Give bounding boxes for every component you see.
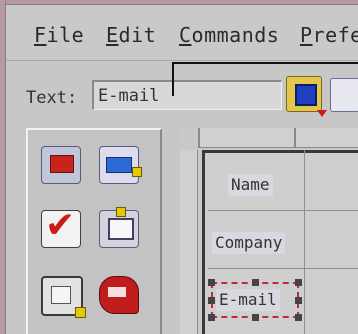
shape-icon[interactable] — [99, 276, 139, 314]
resize-handle[interactable] — [295, 314, 302, 321]
cell-label-company[interactable]: Company — [212, 232, 286, 254]
menubar: File Edit Commands Prefe — [6, 5, 358, 61]
next-icon[interactable] — [330, 78, 358, 112]
widget-palette — [26, 128, 162, 334]
connector-line — [172, 62, 174, 96]
dropdown-arrow-icon[interactable] — [317, 110, 327, 117]
textfield-icon[interactable] — [99, 146, 142, 184]
image-icon[interactable] — [41, 276, 86, 318]
color-picker-icon[interactable] — [286, 76, 322, 112]
resize-handle[interactable] — [295, 279, 302, 286]
row-divider — [208, 268, 358, 269]
menu-commands[interactable]: Commands — [179, 23, 279, 47]
panel-icon[interactable] — [99, 207, 139, 248]
resize-handle[interactable] — [295, 297, 302, 304]
menu-edit[interactable]: Edit — [106, 23, 156, 47]
column-ruler[interactable] — [198, 128, 358, 148]
label-icon[interactable] — [41, 146, 81, 184]
resize-handle[interactable] — [252, 279, 259, 286]
menu-file[interactable]: File — [34, 23, 84, 47]
cell-label-name[interactable]: Name — [228, 174, 273, 196]
row-ruler[interactable] — [180, 150, 198, 334]
row-divider — [208, 210, 358, 211]
resize-handle[interactable] — [208, 314, 215, 321]
checkbox-icon[interactable] — [41, 205, 81, 248]
selection-box[interactable] — [208, 279, 302, 321]
resize-handle[interactable] — [208, 297, 215, 304]
text-field-label: Text: — [26, 88, 78, 108]
text-input[interactable]: E-mail — [92, 80, 282, 110]
resize-handle[interactable] — [208, 279, 215, 286]
menu-preferences[interactable]: Prefe — [300, 23, 358, 47]
column-divider — [304, 150, 305, 334]
resize-handle[interactable] — [252, 314, 259, 321]
connector-line — [172, 62, 358, 64]
